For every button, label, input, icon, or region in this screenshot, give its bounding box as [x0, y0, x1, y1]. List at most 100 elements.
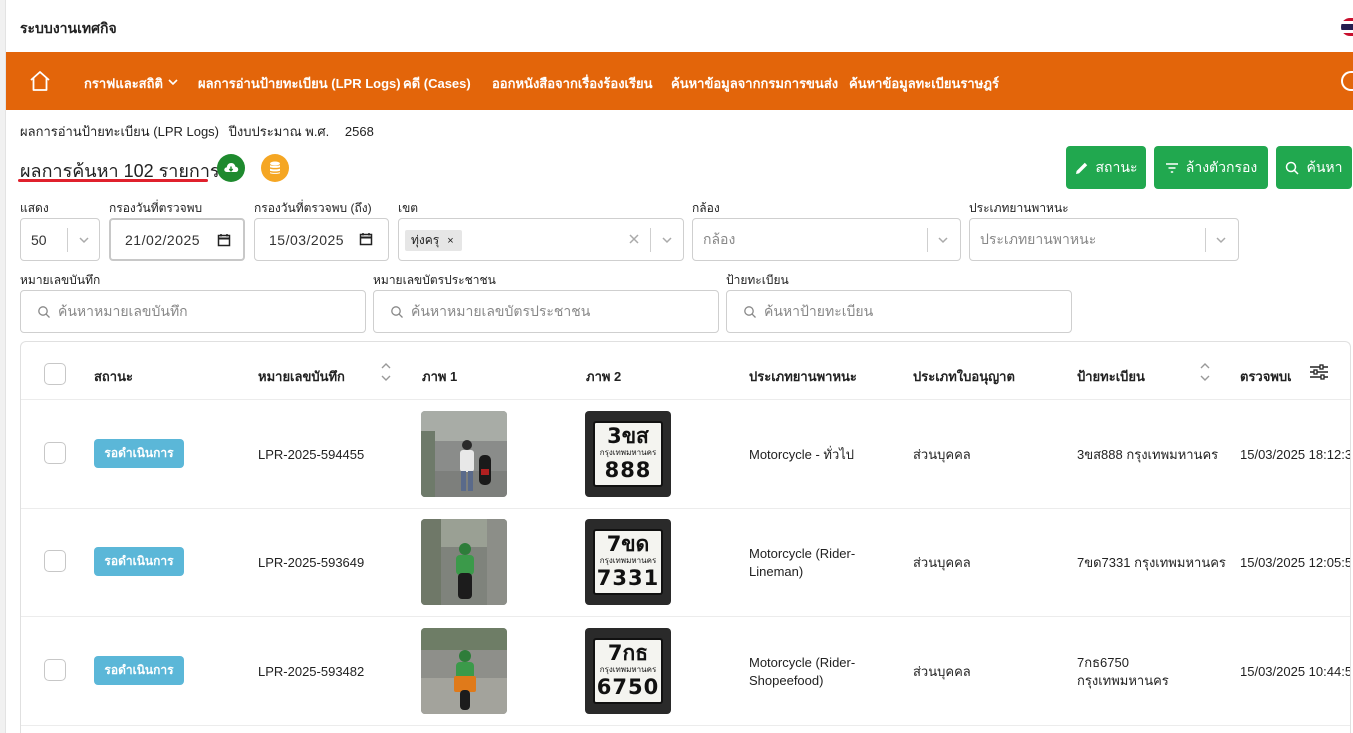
- clear-filters-button[interactable]: ล้างตัวกรอง: [1154, 146, 1268, 189]
- sort-icon[interactable]: [1199, 361, 1211, 383]
- citizen-id-label: หมายเลขบัตรประชาชน: [373, 273, 496, 287]
- vehicle-type-line1: Motorcycle (Rider-: [749, 546, 856, 561]
- page-size-value: 50: [31, 231, 47, 248]
- sliders-icon[interactable]: [1308, 362, 1330, 382]
- nav-item-graphs[interactable]: กราฟและสถิติ: [84, 73, 178, 94]
- page-size-select[interactable]: 50: [20, 218, 100, 261]
- table-row[interactable]: รอดำเนินการ LPR-2025-594455 3ขส กรุงเทพม…: [21, 401, 1350, 509]
- download-button[interactable]: [217, 154, 245, 182]
- home-icon[interactable]: [28, 69, 52, 93]
- plate-img-province: กรุงเทพมหานคร: [599, 556, 657, 565]
- plate-photo[interactable]: 7ขด กรุงเทพมหานคร 7331: [585, 519, 671, 605]
- vehicle-type-line1: Motorcycle (Rider-: [749, 655, 856, 670]
- row-checkbox[interactable]: [44, 659, 66, 681]
- chevron-down-icon: [168, 79, 178, 86]
- license-type: ส่วนบุคคล: [913, 447, 971, 462]
- plate-img-bottom: 6750: [596, 675, 660, 699]
- vehicle-type-line2: Lineman): [749, 564, 804, 579]
- plate-photo[interactable]: 3ขส กรุงเทพมหานคร 888: [585, 411, 671, 497]
- top-bar: ระบบงานเทศกิจ: [6, 0, 1353, 52]
- language-flag-icon[interactable]: [1341, 18, 1353, 36]
- record-no: LPR-2025-594455: [258, 447, 365, 462]
- header-license-type: ประเภทใบอนุญาต: [913, 369, 1015, 384]
- nav-item-cases[interactable]: คดี (Cases): [403, 73, 471, 94]
- plate-photo[interactable]: 7กธ กรุงเทพมหานคร 6750: [585, 628, 671, 714]
- vehicle-type: Motorcycle (Rider- Lineman): [749, 545, 855, 581]
- fiscal-year-value: 2568: [344, 124, 374, 139]
- nav-item-civil-registry-search[interactable]: ค้นหาข้อมูลทะเบียนราษฎร์: [849, 73, 999, 94]
- status-button[interactable]: สถานะ: [1066, 146, 1146, 189]
- vehicle-type: Motorcycle (Rider- Shopeefood): [749, 654, 855, 690]
- nav-item-dlt-search[interactable]: ค้นหาข้อมูลจากกรมการขนส่ง: [671, 73, 838, 94]
- chip-remove-icon[interactable]: ×: [447, 235, 453, 247]
- chevron-down-icon: [79, 237, 89, 244]
- vehicle-type-select[interactable]: ประเภทยานพาหนะ: [969, 218, 1239, 261]
- district-chip-label: ทุ่งครุ: [411, 233, 440, 247]
- header-plate[interactable]: ป้ายทะเบียน: [1077, 366, 1145, 387]
- camera-select[interactable]: กล้อง: [692, 218, 961, 261]
- plate-input[interactable]: ค้นหาป้ายทะเบียน: [726, 290, 1072, 333]
- database-button[interactable]: [261, 154, 289, 182]
- table-row[interactable]: รอดำเนินการ LPR-2025-593482 7กธ กรุงเทพม…: [21, 618, 1350, 726]
- district-chip: ทุ่งครุ ×: [405, 230, 462, 251]
- record-no-input[interactable]: ค้นหาหมายเลขบันทึก: [20, 290, 366, 333]
- cloud-download-icon: [224, 163, 239, 172]
- license-type: ส่วนบุคคล: [913, 555, 971, 570]
- record-no-placeholder: ค้นหาหมายเลขบันทึก: [58, 302, 188, 319]
- select-divider: [650, 228, 651, 252]
- plate-img-bottom: 7331: [596, 566, 660, 590]
- calendar-icon[interactable]: [217, 233, 231, 247]
- fiscal-year-label: ปีงบประมาณ พ.ศ.: [228, 124, 330, 139]
- plate-line1: 7ขด7331 กรุงเทพมหานคร: [1077, 555, 1226, 570]
- date-from-input[interactable]: 21/02/2025: [109, 218, 245, 261]
- row-checkbox[interactable]: [44, 442, 66, 464]
- user-icon[interactable]: [1341, 71, 1353, 91]
- sort-icon[interactable]: [380, 361, 392, 383]
- plate-img-top: 3ขส: [607, 424, 649, 448]
- date-to-value: 15/03/2025: [269, 231, 345, 248]
- vehicle-photo[interactable]: [421, 628, 507, 714]
- search-icon: [744, 306, 756, 318]
- plate-img-province: กรุงเทพมหานคร: [599, 448, 657, 457]
- record-no: LPR-2025-593482: [258, 664, 365, 679]
- pencil-icon: [1075, 162, 1087, 174]
- status-badge[interactable]: รอดำเนินการ: [94, 656, 184, 685]
- license-plate: 7กธ กรุงเทพมหานคร 6750: [593, 638, 663, 704]
- calendar-icon[interactable]: [359, 232, 373, 246]
- app-title: ระบบงานเทศกิจ: [20, 20, 117, 36]
- date-to-input[interactable]: 15/03/2025: [254, 218, 389, 261]
- header-image1: ภาพ 1: [422, 369, 458, 384]
- plate-line2: กรุงเทพมหานคร: [1077, 673, 1169, 688]
- select-all-checkbox[interactable]: [44, 363, 66, 385]
- show-label: แสดง: [20, 201, 49, 215]
- title-underline: [18, 179, 208, 182]
- date-to-label: กรองวันที่ตรวจพบ (ถึง): [254, 201, 372, 215]
- district-label: เขต: [398, 201, 419, 215]
- plate-number: 7กธ6750 กรุงเทพมหานคร: [1077, 654, 1169, 690]
- camera-label: กล้อง: [692, 201, 720, 215]
- nav-item-complaint-letter[interactable]: ออกหนังสือจากเรื่องร้องเรียน: [492, 73, 652, 94]
- vehicle-photo-image: [421, 628, 507, 714]
- detected-at: 15/03/2025 10:44:5: [1240, 664, 1351, 679]
- search-button[interactable]: ค้นหา: [1276, 146, 1352, 189]
- clear-icon[interactable]: [626, 231, 642, 247]
- chevron-down-icon: [662, 237, 672, 244]
- vehicle-type-label: ประเภทยานพาหนะ: [969, 201, 1069, 215]
- district-select[interactable]: ทุ่งครุ ×: [398, 218, 684, 261]
- citizen-id-input[interactable]: ค้นหาหมายเลขบัตรประชาชน: [373, 290, 719, 333]
- header-detected: ตรวจพบเ: [1240, 369, 1292, 384]
- row-checkbox[interactable]: [44, 550, 66, 572]
- vehicle-type-line1: Motorcycle - ทั่วไป: [749, 447, 855, 462]
- table-header: สถานะ หมายเลขบันทึก ภาพ 1 ภาพ 2 ประเภทยา…: [21, 342, 1350, 400]
- status-badge[interactable]: รอดำเนินการ: [94, 439, 184, 468]
- vehicle-type-line2: Shopeefood): [749, 673, 824, 688]
- database-icon: [270, 161, 280, 174]
- vehicle-photo[interactable]: [421, 519, 507, 605]
- vehicle-photo[interactable]: [421, 411, 507, 497]
- table-row[interactable]: รอดำเนินการ LPR-2025-593649 7ขด กรุงเทพม…: [21, 509, 1350, 617]
- status-badge[interactable]: รอดำเนินการ: [94, 547, 184, 576]
- plate-number: 7ขด7331 กรุงเทพมหานคร: [1077, 554, 1226, 572]
- header-record-no[interactable]: หมายเลขบันทึก: [258, 366, 345, 387]
- select-divider: [927, 228, 928, 252]
- nav-item-lpr-logs[interactable]: ผลการอ่านป้ายทะเบียน (LPR Logs): [198, 73, 401, 94]
